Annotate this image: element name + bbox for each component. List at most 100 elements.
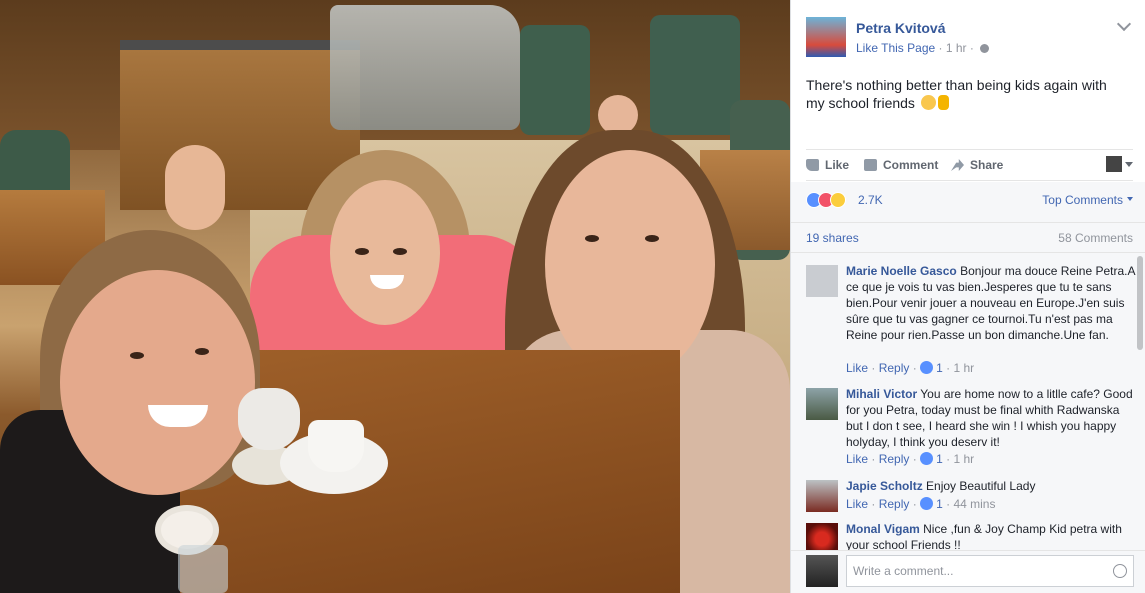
separator: · [946,452,951,466]
wow-reaction-icon[interactable] [830,192,846,208]
comments-count[interactable]: 58 Comments [1058,231,1133,245]
post-meta: Like This Page · 1 hr · [856,41,990,55]
separator: · [946,361,951,375]
heart-eyes-emoji-icon [920,95,936,110]
commenter-name[interactable]: Japie Scholtz [846,479,923,493]
commenter-name[interactable]: Monal Vigam [846,522,920,536]
comment-like-link[interactable]: Like [846,497,868,511]
photo-cup [308,420,364,472]
separator: · [871,497,876,511]
comment-body: Marie Noelle Gasco Bonjour ma douce Rein… [846,263,1136,343]
commenter-avatar[interactable] [806,480,838,512]
current-user-avatar [806,555,838,587]
comment-actions: Like · Reply · 1 · 1 hr [846,452,974,466]
post-as-selector[interactable] [1106,156,1133,172]
photo-display-case [330,5,520,130]
separator: · [946,497,951,511]
comment-body: Japie Scholtz Enjoy Beautiful Lady [846,478,1136,494]
post-text-content: There's nothing better than being kids a… [806,77,1107,111]
photo-person-face [545,150,715,380]
photo-chair [520,25,590,135]
comments-list[interactable]: Marie Noelle Gasco Bonjour ma douce Rein… [791,252,1145,550]
comment-time[interactable]: 1 hr [953,361,974,375]
like-label: Like [825,158,850,172]
thumbs-up-icon [920,452,934,465]
comment-like-link[interactable]: Like [846,452,868,466]
comment-like-count[interactable]: 1 [936,497,943,511]
commenter-avatar[interactable] [806,523,838,550]
thumbs-up-icon [920,361,934,374]
comment-like-count[interactable]: 1 [936,361,943,375]
post-time[interactable]: · 1 hr · [939,41,974,55]
photo-eye [130,352,144,359]
comment-item: Monal Vigam Nice ,fun & Joy Champ Kid pe… [806,521,1131,550]
reactions-row: 2.7K Top Comments [791,182,1145,222]
share-button[interactable]: Share [951,158,1003,172]
comment-time[interactable]: 44 mins [953,497,995,511]
comment-sort-dropdown[interactable]: Top Comments [1042,193,1133,207]
page-name[interactable]: Petra Kvitová [856,20,945,36]
comment-body: Monal Vigam Nice ,fun & Joy Champ Kid pe… [846,521,1136,550]
photo-person-face [60,270,255,495]
photo-person-face [330,180,440,325]
comment-reply-link[interactable]: Reply [879,452,910,466]
photo-eye [393,248,407,255]
photo-teapot [238,388,300,450]
comment-composer [791,550,1145,593]
photo-bunny-ears [598,95,638,135]
photo-chair [650,15,740,135]
comment-label: Comment [883,158,939,172]
photo-eye [195,348,209,355]
comment-time[interactable]: 1 hr [953,452,974,466]
page-avatar[interactable] [806,17,846,57]
commenter-avatar[interactable] [806,388,838,420]
separator: · [871,452,876,466]
share-icon [951,159,964,171]
comment-item: Mihali Victor You are home now to a litl… [806,386,1133,471]
separator: · [871,361,876,375]
post-header: Petra Kvitová Like This Page · 1 hr · [806,15,1135,59]
post-photo[interactable] [0,0,790,593]
photo-eye [645,235,659,242]
thumbs-up-icon [806,159,819,171]
comment-actions: Like · Reply · 1 · 44 mins [846,497,995,511]
comment-actions: Like · Reply · 1 · 1 hr [846,361,974,375]
post-actions-bar: Like Comment Share [806,149,1133,181]
smiley-icon[interactable] [1113,564,1127,578]
comment-reply-link[interactable]: Reply [879,361,910,375]
thumbs-up-icon [920,497,934,510]
separator: · [912,361,917,375]
commenter-name[interactable]: Mihali Victor [846,387,917,401]
user-mini-avatar [1106,156,1122,172]
shares-row: 19 shares 58 Comments [791,222,1145,252]
chevron-down-icon[interactable] [1116,16,1132,32]
photo-peace-sign [165,145,225,230]
comment-text: Enjoy Beautiful Lady [926,479,1036,493]
commenter-avatar[interactable] [806,265,838,297]
reaction-count[interactable]: 2.7K [858,193,883,207]
photo-eye [355,248,369,255]
comments-scrollbar[interactable] [1137,256,1143,350]
comment-body: Mihali Victor You are home now to a litl… [846,386,1136,450]
comment-like-count[interactable]: 1 [936,452,943,466]
victory-hand-emoji-icon [937,95,949,110]
separator: · [912,452,917,466]
write-comment-input[interactable] [846,555,1134,587]
comment-button[interactable]: Comment [864,158,938,172]
photo-eye [585,235,599,242]
separator: · [912,497,917,511]
caret-down-icon [1125,161,1133,167]
share-label: Share [970,158,1004,172]
comment-like-link[interactable]: Like [846,361,868,375]
commenter-name[interactable]: Marie Noelle Gasco [846,264,957,278]
post-side-panel: Petra Kvitová Like This Page · 1 hr · Th… [790,0,1145,593]
comment-icon [864,159,877,171]
like-button[interactable]: Like [806,158,849,172]
comment-item: Marie Noelle Gasco Bonjour ma douce Rein… [806,263,1135,378]
globe-icon [980,44,990,54]
comment-reply-link[interactable]: Reply [879,497,910,511]
shares-link[interactable]: 19 shares [806,231,859,245]
photo-glass [178,545,228,593]
post-text: There's nothing better than being kids a… [806,76,1126,112]
like-page-link[interactable]: Like This Page [856,41,935,55]
